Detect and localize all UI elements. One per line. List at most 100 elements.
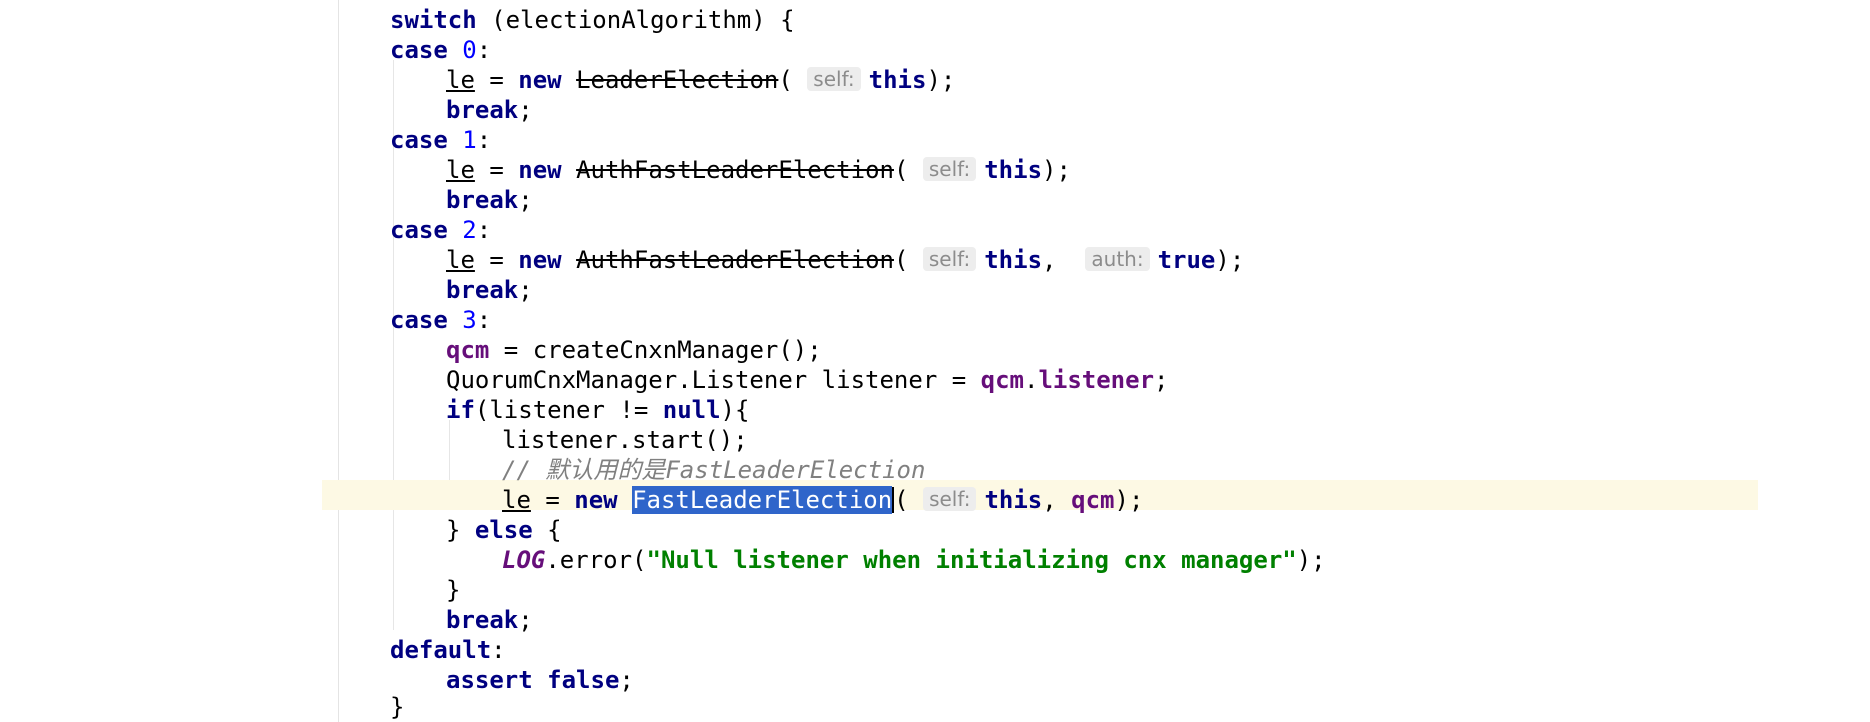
keyword: switch bbox=[390, 6, 477, 34]
code-line[interactable]: switch (electionAlgorithm) { bbox=[390, 5, 795, 35]
code-text: listener.start(); bbox=[502, 426, 748, 454]
keyword: case bbox=[390, 216, 448, 244]
keyword: assert bbox=[446, 666, 533, 694]
code-line[interactable]: break; bbox=[446, 275, 533, 305]
code-line[interactable]: QuorumCnxManager.Listener listener = qcm… bbox=[446, 365, 1168, 395]
code-text: = bbox=[474, 66, 519, 94]
keyword: new bbox=[518, 156, 562, 184]
keyword: new bbox=[518, 66, 562, 94]
code-text: : bbox=[476, 216, 492, 244]
code-line[interactable]: case 3: bbox=[390, 305, 491, 335]
code-text: = createCnxnManager(); bbox=[489, 336, 822, 364]
local-variable: le bbox=[502, 486, 531, 514]
code-line[interactable]: if(listener != null){ bbox=[446, 395, 749, 425]
parameter-hint: self: bbox=[923, 487, 977, 511]
keyword: break bbox=[446, 186, 519, 214]
code-line[interactable]: assert false; bbox=[446, 665, 634, 695]
number-literal: 1 bbox=[462, 126, 477, 154]
code-text: : bbox=[476, 36, 492, 64]
keyword: this bbox=[984, 246, 1043, 274]
code-text: ; bbox=[518, 96, 533, 124]
code-line[interactable]: } bbox=[390, 692, 404, 722]
code-text: } bbox=[390, 693, 405, 721]
code-editor[interactable]: switch (electionAlgorithm) { case 0: le … bbox=[0, 0, 1870, 722]
code-text: ); bbox=[1042, 156, 1071, 184]
field-reference: listener bbox=[1038, 366, 1155, 394]
code-line[interactable]: } else { bbox=[446, 515, 562, 545]
keyword: case bbox=[390, 306, 448, 334]
code-text: ; bbox=[518, 606, 533, 634]
keyword: else bbox=[474, 516, 533, 544]
parameter-hint: self: bbox=[807, 67, 861, 91]
code-text: (electionAlgorithm) { bbox=[476, 6, 795, 34]
number-literal: 3 bbox=[462, 306, 477, 334]
code-line[interactable]: break; bbox=[446, 185, 533, 215]
parameter-hint: auth: bbox=[1085, 247, 1150, 271]
code-text: ){ bbox=[720, 396, 750, 424]
keyword: if bbox=[446, 396, 475, 424]
code-text: ; bbox=[619, 666, 634, 694]
code-text: (listener != bbox=[474, 396, 663, 424]
code-line[interactable]: le = new LeaderElection( self: this); bbox=[446, 65, 955, 95]
parameter-hint: self: bbox=[922, 157, 977, 181]
class-name: AuthFastLeaderElection bbox=[576, 156, 894, 184]
selected-text[interactable]: FastLeaderElection bbox=[632, 486, 893, 514]
code-text: ); bbox=[1114, 486, 1144, 514]
code-text: } bbox=[446, 576, 461, 604]
code-line[interactable]: case 0: bbox=[390, 35, 491, 65]
code-line[interactable]: le = new AuthFastLeaderElection( self: th… bbox=[446, 245, 1244, 275]
code-text: ( bbox=[893, 156, 909, 184]
code-line-current[interactable]: le = new FastLeaderElection( self: this, … bbox=[502, 485, 1143, 515]
code-line[interactable]: case 2: bbox=[390, 215, 491, 245]
number-literal: 2 bbox=[462, 216, 477, 244]
code-line[interactable]: LOG.error("Null listener when initializi… bbox=[502, 545, 1326, 575]
code-text: ; bbox=[518, 186, 533, 214]
class-name: LeaderElection bbox=[576, 66, 779, 94]
keyword: case bbox=[390, 36, 448, 64]
code-text: : bbox=[476, 126, 492, 154]
string-literal: "Null listener when initializing cnx man… bbox=[646, 546, 1297, 574]
static-field: LOG bbox=[502, 546, 546, 574]
code-line[interactable]: } bbox=[446, 575, 460, 605]
code-text: , bbox=[1042, 246, 1071, 274]
keyword: true bbox=[1157, 246, 1216, 274]
code-text: = bbox=[530, 486, 575, 514]
code-text: . bbox=[1023, 366, 1039, 394]
keyword: false bbox=[547, 666, 620, 694]
parameter-hint: self: bbox=[922, 247, 977, 271]
code-text: : bbox=[476, 306, 492, 334]
code-text: ( bbox=[894, 486, 909, 514]
code-text: , bbox=[1042, 486, 1072, 514]
code-line[interactable]: listener.start(); bbox=[502, 425, 748, 455]
local-variable: le bbox=[446, 156, 475, 184]
code-line[interactable]: break; bbox=[446, 95, 533, 125]
keyword: this bbox=[984, 156, 1043, 184]
field-reference: qcm bbox=[446, 336, 490, 364]
local-variable: le bbox=[446, 246, 475, 274]
keyword: default bbox=[390, 636, 492, 664]
keyword: this bbox=[984, 486, 1043, 514]
code-line[interactable]: default: bbox=[390, 635, 506, 665]
code-line[interactable]: qcm = createCnxnManager(); bbox=[446, 335, 822, 365]
code-line[interactable]: break; bbox=[446, 605, 533, 635]
keyword: null bbox=[662, 396, 721, 424]
keyword: break bbox=[446, 96, 519, 124]
code-text: QuorumCnxManager.Listener listener = bbox=[446, 366, 981, 394]
gutter-separator bbox=[338, 0, 339, 722]
code-text: ); bbox=[1215, 246, 1245, 274]
field-reference: qcm bbox=[1071, 486, 1115, 514]
number-literal: 0 bbox=[462, 36, 477, 64]
keyword: new bbox=[574, 486, 618, 514]
field-reference: qcm bbox=[980, 366, 1024, 394]
keyword: new bbox=[518, 246, 562, 274]
code-text: ( bbox=[893, 246, 909, 274]
keyword: this bbox=[868, 66, 927, 94]
code-line[interactable]: le = new AuthFastLeaderElection( self: th… bbox=[446, 155, 1071, 185]
code-line[interactable]: case 1: bbox=[390, 125, 491, 155]
code-text: } bbox=[446, 516, 475, 544]
code-text: ; bbox=[1154, 366, 1169, 394]
class-name: AuthFastLeaderElection bbox=[576, 246, 894, 274]
code-line[interactable]: // 默认用的是FastLeaderElection bbox=[502, 455, 925, 485]
local-variable: le bbox=[446, 66, 475, 94]
